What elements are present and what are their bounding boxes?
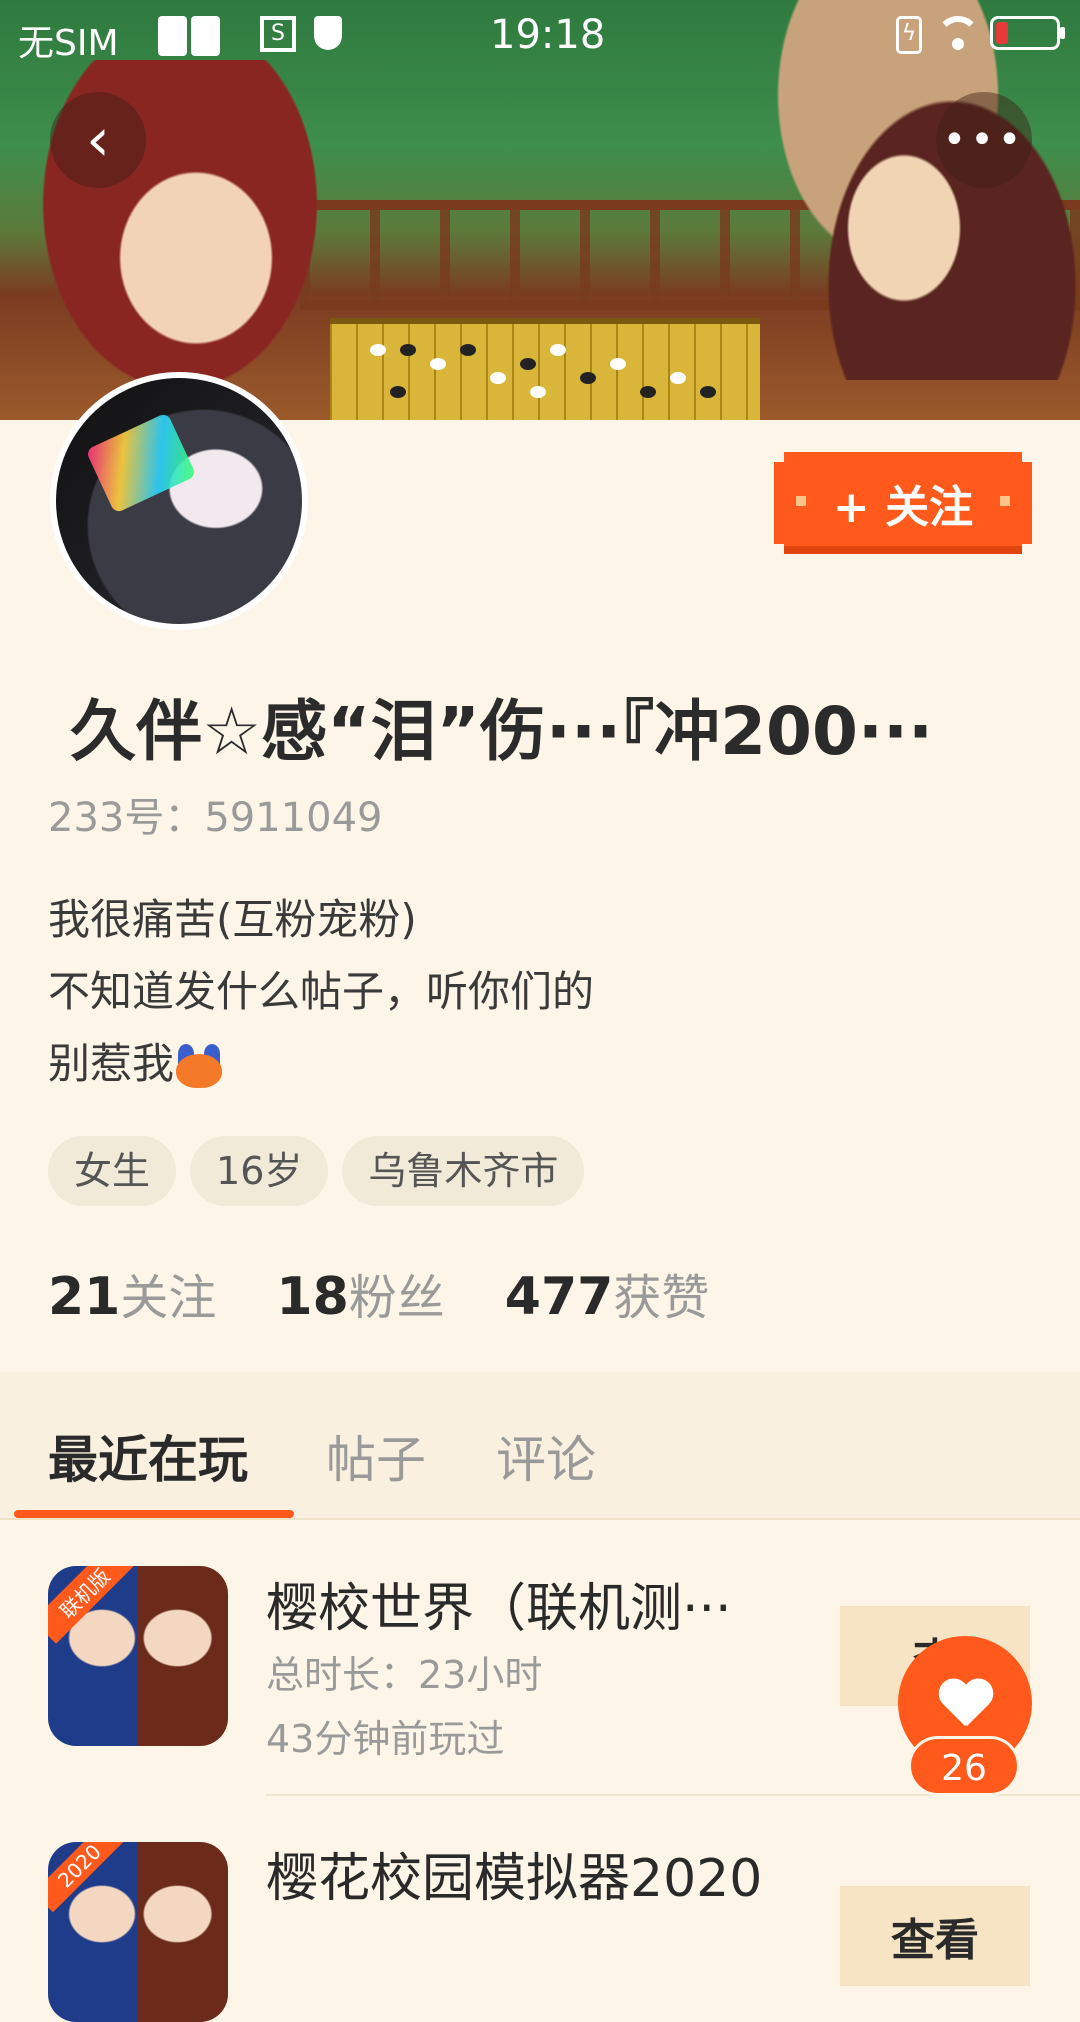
go-stone — [530, 386, 546, 398]
following-stat[interactable]: 21关注 — [48, 1258, 216, 1328]
go-stone — [370, 344, 386, 356]
go-stone — [520, 358, 536, 370]
tag-location: 乌鲁木齐市 — [342, 1136, 585, 1206]
tab-recently-played[interactable]: 最近在玩 — [48, 1420, 248, 1492]
heart-icon — [937, 1680, 993, 1730]
profile-bio: 我很痛苦(互粉宠粉) 不知道发什么帖子，听你们的 别惹我 — [48, 884, 594, 1100]
clock: 19:18 — [490, 12, 606, 58]
follow-button-label: + 关注 — [832, 482, 974, 533]
tab-posts[interactable]: 帖子 — [326, 1420, 426, 1492]
devil-emoji-icon — [174, 1043, 224, 1090]
screenshot-icon: S — [260, 16, 296, 52]
go-stone — [390, 386, 406, 398]
tag-gender: 女生 — [48, 1136, 177, 1206]
status-bar: 无SIM S 19:18 ϟ — [0, 0, 1080, 70]
more-button[interactable]: ••• — [936, 92, 1032, 188]
tab-bar: 最近在玩 帖子 评论 — [0, 1372, 1080, 1518]
profile-tags: 女生 16岁 乌鲁木齐市 — [48, 1136, 585, 1206]
tab-divider — [0, 1518, 1080, 1520]
go-stone — [670, 372, 686, 384]
carrier-label: 无SIM — [18, 23, 119, 64]
wifi-icon — [936, 16, 984, 52]
game-title: 樱校世界（联机测··· — [266, 1579, 732, 1639]
go-stone — [640, 386, 656, 398]
shield-icon — [314, 16, 342, 50]
chevron-left-icon: ‹ — [86, 105, 110, 175]
book-icon — [158, 16, 220, 56]
bio-line: 不知道发什么帖子，听你们的 — [48, 967, 595, 1016]
avatar-image — [56, 378, 302, 624]
more-dots-icon: ••• — [942, 117, 1026, 163]
fans-stat[interactable]: 18粉丝 — [276, 1258, 444, 1328]
go-stone — [430, 358, 446, 370]
profile-uid: 233号：5911049 — [48, 795, 383, 841]
banner-go-board — [330, 318, 760, 420]
tab-comments[interactable]: 评论 — [496, 1420, 596, 1492]
likes-stat: 477获赞 — [504, 1267, 710, 1327]
bio-line: 我很痛苦(互粉宠粉) — [48, 895, 417, 944]
game-badge: 联机版 — [48, 1566, 136, 1644]
profile-name: 久伴☆感“泪”伤···『冲200··· — [70, 693, 934, 770]
battery-icon — [990, 16, 1065, 50]
game-icon: 2020 — [48, 1842, 228, 2022]
go-stone — [550, 344, 566, 356]
go-stone — [490, 372, 506, 384]
bio-line: 别惹我 — [48, 1028, 594, 1100]
like-count: 26 — [908, 1736, 1020, 1796]
go-stone — [460, 344, 476, 356]
go-stone — [580, 372, 596, 384]
back-button[interactable]: ‹ — [50, 92, 146, 188]
go-stone — [700, 386, 716, 398]
charging-icon: ϟ — [896, 16, 922, 54]
active-tab-indicator — [14, 1510, 294, 1518]
game-duration: 总时长：23小时 — [266, 1653, 543, 1697]
tag-age: 16岁 — [190, 1136, 329, 1206]
game-icon: 联机版 — [48, 1566, 228, 1746]
view-button[interactable]: 查看 — [840, 1886, 1030, 1986]
avatar[interactable] — [50, 372, 308, 630]
profile-stats: 21关注 18粉丝 477获赞 — [48, 1258, 709, 1328]
follow-button[interactable]: + 关注 — [774, 452, 1032, 554]
game-last-played: 43分钟前玩过 — [266, 1717, 505, 1761]
game-badge: 2020 — [48, 1842, 126, 1913]
go-stone — [610, 358, 626, 370]
game-title: 樱花校园模拟器2020 — [266, 1849, 763, 1909]
go-stone — [400, 344, 416, 356]
